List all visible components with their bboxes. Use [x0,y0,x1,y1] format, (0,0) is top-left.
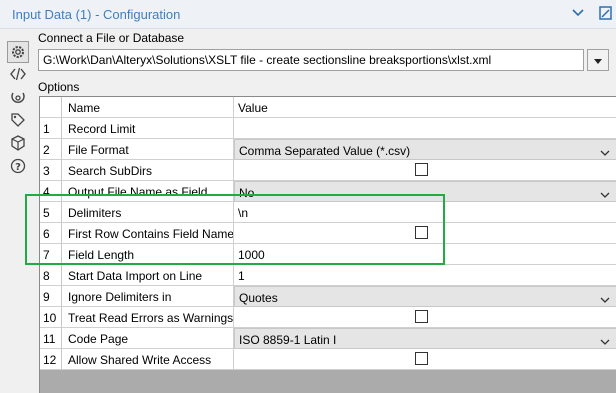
panel-title: Input Data (1) - Configuration [12,7,181,22]
config-sidebar: ? [0,29,36,393]
caret-down-icon [594,53,602,67]
option-value-input[interactable]: \n [234,202,616,223]
row-number: 11 [40,328,62,349]
grid-header-row: Name Value [40,97,616,118]
value-column-header: Value [234,97,616,118]
option-value-input[interactable] [234,118,616,139]
row-number: 2 [40,139,62,160]
option-value-checkbox-cell[interactable] [234,223,616,244]
option-checkbox[interactable] [415,352,428,365]
option-row: 6 First Row Contains Field Names [40,223,616,244]
option-name: Code Page [62,328,234,349]
row-number: 12 [40,349,62,370]
option-value-text: Quotes [239,291,278,305]
option-value-input[interactable]: 1000 [234,244,616,265]
row-number: 1 [40,118,62,139]
option-row: 7 Field Length 1000 [40,244,616,265]
row-number: 3 [40,160,62,181]
option-name: First Row Contains Field Names [62,223,234,244]
option-checkbox[interactable] [415,163,428,176]
row-number: 4 [40,181,62,202]
eye-icon[interactable] [9,88,27,106]
chevron-down-icon [600,146,610,156]
file-path-input[interactable]: G:\Work\Dan\Alteryx\Solutions\XSLT file … [38,49,584,71]
option-row: 10 Treat Read Errors as Warnings [40,307,616,328]
svg-text:?: ? [15,162,21,173]
option-row: 2 File Format Comma Separated Value (*.csv… [40,139,616,160]
connect-label: Connect a File or Database [38,31,185,45]
option-name: Delimiters [62,202,234,223]
option-value-text: ISO 8859-1 Latin I [239,333,337,347]
row-number: 9 [40,286,62,307]
pin-icon[interactable] [597,5,616,23]
row-number: 10 [40,307,62,328]
option-value-dropdown[interactable]: Comma Separated Value (*.csv) [234,139,616,160]
cube-icon[interactable] [9,134,27,152]
option-name: Field Length [62,244,234,265]
option-value-checkbox-cell[interactable] [234,349,616,370]
chevron-down-icon[interactable] [571,6,585,20]
option-row: 4 Output File Name as Field No [40,181,616,202]
option-row: 8 Start Data Import on Line 1 [40,265,616,286]
row-number: 6 [40,223,62,244]
gear-icon[interactable] [7,41,29,63]
option-row: 9 Ignore Delimiters in Quotes [40,286,616,307]
chevron-down-icon [600,293,610,303]
option-row: 11 Code Page ISO 8859-1 Latin I [40,328,616,349]
option-value-text: Comma Separated Value (*.csv) [239,144,411,158]
chevron-down-icon [600,335,610,345]
option-value-dropdown[interactable]: ISO 8859-1 Latin I [234,328,616,349]
option-row: 5 Delimiters \n [40,202,616,223]
option-checkbox[interactable] [415,310,428,323]
option-value-checkbox-cell[interactable] [234,307,616,328]
panel-header: Input Data (1) - Configuration [0,0,616,29]
option-name: Output File Name as Field [62,181,234,202]
options-grid: Name Value 1 Record Limit 2 File Format Comm… [39,96,616,393]
row-number: 7 [40,244,62,265]
option-name: Record Limit [62,118,234,139]
option-value-input[interactable]: 1 [234,265,616,286]
option-value-dropdown[interactable]: Quotes [234,286,616,307]
config-main: Connect a File or Database G:\Work\Dan\A… [36,29,616,393]
xml-code-icon[interactable] [9,65,27,83]
tag-icon[interactable] [9,111,27,129]
option-name: Treat Read Errors as Warnings [62,307,234,328]
option-name: Ignore Delimiters in [62,286,234,307]
option-row: 3 Search SubDirs [40,160,616,181]
option-checkbox[interactable] [415,226,428,239]
chevron-down-icon [600,188,610,198]
option-name: Start Data Import on Line [62,265,234,286]
option-name: Allow Shared Write Access [62,349,234,370]
file-dropdown-button[interactable] [587,49,609,71]
row-number: 8 [40,265,62,286]
options-label: Options [38,80,80,94]
option-value-text: No [239,186,255,200]
option-name: Search SubDirs [62,160,234,181]
name-column-header: Name [62,97,234,118]
row-number-header [40,97,62,118]
option-value-checkbox-cell[interactable] [234,160,616,181]
option-row: 12 Allow Shared Write Access [40,349,616,370]
help-icon[interactable]: ? [9,157,27,175]
option-name: File Format [62,139,234,160]
option-value-dropdown[interactable]: No [234,181,616,202]
option-row: 1 Record Limit [40,118,616,139]
row-number: 5 [40,202,62,223]
